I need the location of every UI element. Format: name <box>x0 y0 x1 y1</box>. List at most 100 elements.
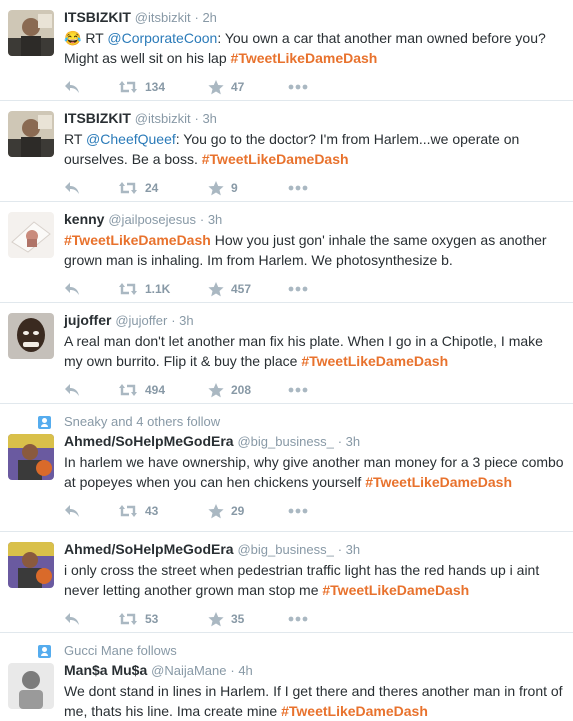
timestamp[interactable]: · 3h <box>195 111 217 126</box>
tweet[interactable]: ITSBIZKIT @itsbizkit · 3h RT @CheefQueef:… <box>0 101 573 202</box>
username[interactable]: @itsbizkit <box>135 10 191 25</box>
username[interactable]: @jailposejesus <box>108 212 196 227</box>
fullname[interactable]: Ahmed/SoHelpMeGodEra <box>64 433 234 449</box>
avatar[interactable] <box>8 10 54 56</box>
reply-icon <box>64 383 80 397</box>
retweet-count: 43 <box>145 504 159 518</box>
favorite-count: 29 <box>231 504 245 518</box>
reply-button[interactable] <box>64 504 118 518</box>
username[interactable]: @big_business_ <box>237 542 333 557</box>
timestamp[interactable]: · 4h <box>230 663 252 678</box>
star-icon <box>208 281 224 297</box>
retweet-icon <box>118 282 138 296</box>
retweet-button[interactable]: 1.1K <box>118 282 208 296</box>
timestamp[interactable]: · 3h <box>338 542 360 557</box>
retweet-icon <box>118 181 138 195</box>
mention-link[interactable]: @CheefQueef <box>86 131 176 147</box>
tweet[interactable]: ITSBIZKIT @itsbizkit · 2h 😂 RT @Corporate… <box>0 0 573 101</box>
tweet-header: ITSBIZKIT @itsbizkit · 2h <box>64 8 565 27</box>
timestamp[interactable]: · 2h <box>195 10 217 25</box>
hashtag-link[interactable]: #TweetLikeDameDash <box>365 474 512 490</box>
retweet-button[interactable]: 43 <box>118 504 208 518</box>
reply-button[interactable] <box>64 612 118 626</box>
reply-button[interactable] <box>64 282 118 296</box>
reply-button[interactable] <box>64 383 118 397</box>
more-icon <box>288 387 308 393</box>
more-button[interactable] <box>288 84 308 90</box>
avatar[interactable] <box>8 313 54 359</box>
context-label[interactable]: Gucci Mane follows <box>64 641 177 661</box>
fullname[interactable]: Ahmed/SoHelpMeGodEra <box>64 541 234 557</box>
timestamp[interactable]: · 3h <box>200 212 222 227</box>
mention-link[interactable]: @CorporateCoon <box>107 30 217 46</box>
favorite-button[interactable]: 47 <box>208 79 288 95</box>
more-icon <box>288 616 308 622</box>
follow-context-icon <box>38 415 51 429</box>
fullname[interactable]: ITSBIZKIT <box>64 110 131 126</box>
username[interactable]: @itsbizkit <box>135 111 191 126</box>
tweet-header: Ahmed/SoHelpMeGodEra @big_business_ · 3h <box>64 432 565 451</box>
more-button[interactable] <box>288 508 308 514</box>
retweet-count: 134 <box>145 80 166 94</box>
username[interactable]: @NaijaMane <box>151 663 226 678</box>
more-icon <box>288 508 308 514</box>
fullname[interactable]: kenny <box>64 211 104 227</box>
more-button[interactable] <box>288 387 308 393</box>
favorite-count: 9 <box>231 181 238 195</box>
reply-button[interactable] <box>64 181 118 195</box>
avatar[interactable] <box>8 434 54 480</box>
tweet[interactable]: kenny @jailposejesus · 3h #TweetLikeDameD… <box>0 202 573 303</box>
more-button[interactable] <box>288 185 308 191</box>
tweet[interactable]: jujoffer @jujoffer · 3h A real man don't … <box>0 303 573 404</box>
favorite-button[interactable]: 9 <box>208 180 288 196</box>
tweet-actions: 43 29 <box>64 498 565 524</box>
retweet-button[interactable]: 24 <box>118 181 208 195</box>
avatar[interactable] <box>8 542 54 588</box>
reply-button[interactable] <box>64 80 118 94</box>
retweet-button[interactable]: 494 <box>118 383 208 397</box>
retweet-button[interactable]: 53 <box>118 612 208 626</box>
avatar[interactable] <box>8 111 54 157</box>
more-button[interactable] <box>288 286 308 292</box>
tweet-text: In harlem we have ownership, why give an… <box>64 452 565 492</box>
timestamp[interactable]: · 3h <box>171 313 193 328</box>
tweet[interactable]: Ahmed/SoHelpMeGodEra @big_business_ · 3h… <box>0 532 573 633</box>
star-icon <box>208 382 224 398</box>
favorite-button[interactable]: 457 <box>208 281 288 297</box>
avatar[interactable] <box>8 212 54 258</box>
hashtag-link[interactable]: #TweetLikeDameDash <box>202 151 349 167</box>
star-icon <box>208 180 224 196</box>
hashtag-link[interactable]: #TweetLikeDameDash <box>64 232 211 248</box>
fullname[interactable]: jujoffer <box>64 312 111 328</box>
favorite-button[interactable]: 208 <box>208 382 288 398</box>
hashtag-link[interactable]: #TweetLikeDameDash <box>281 703 428 719</box>
retweet-icon <box>118 612 138 626</box>
more-button[interactable] <box>288 616 308 622</box>
retweet-button[interactable]: 134 <box>118 80 208 94</box>
favorite-count: 457 <box>231 282 252 296</box>
hashtag-link[interactable]: #TweetLikeDameDash <box>231 50 378 66</box>
avatar[interactable] <box>8 663 54 709</box>
timestamp[interactable]: · 3h <box>338 434 360 449</box>
favorite-button[interactable]: 35 <box>208 611 288 627</box>
star-icon <box>208 79 224 95</box>
tweet-header: ITSBIZKIT @itsbizkit · 3h <box>64 109 565 128</box>
more-icon <box>288 185 308 191</box>
username[interactable]: @jujoffer <box>115 313 167 328</box>
star-icon <box>208 503 224 519</box>
favorite-button[interactable]: 29 <box>208 503 288 519</box>
tweet-header: Ahmed/SoHelpMeGodEra @big_business_ · 3h <box>64 540 565 559</box>
tweet-actions: 53 35 <box>64 606 565 632</box>
text-segment: RT <box>64 131 87 147</box>
username[interactable]: @big_business_ <box>237 434 333 449</box>
fullname[interactable]: Man$a Mu$a <box>64 662 147 678</box>
retweet-icon <box>118 504 138 518</box>
tweet[interactable]: Gucci Mane follows Man$a Mu$a @NaijaMane … <box>0 633 573 719</box>
context-label[interactable]: Sneaky and 4 others follow <box>64 412 220 432</box>
hashtag-link[interactable]: #TweetLikeDameDash <box>301 353 448 369</box>
fullname[interactable]: ITSBIZKIT <box>64 9 131 25</box>
hashtag-link[interactable]: #TweetLikeDameDash <box>322 582 469 598</box>
tweet-text: i only cross the street when pedestrian … <box>64 560 565 600</box>
tweet[interactable]: Sneaky and 4 others follow Ahmed/SoHelpMe… <box>0 404 573 532</box>
tweet-header: Man$a Mu$a @NaijaMane · 4h <box>64 661 565 680</box>
